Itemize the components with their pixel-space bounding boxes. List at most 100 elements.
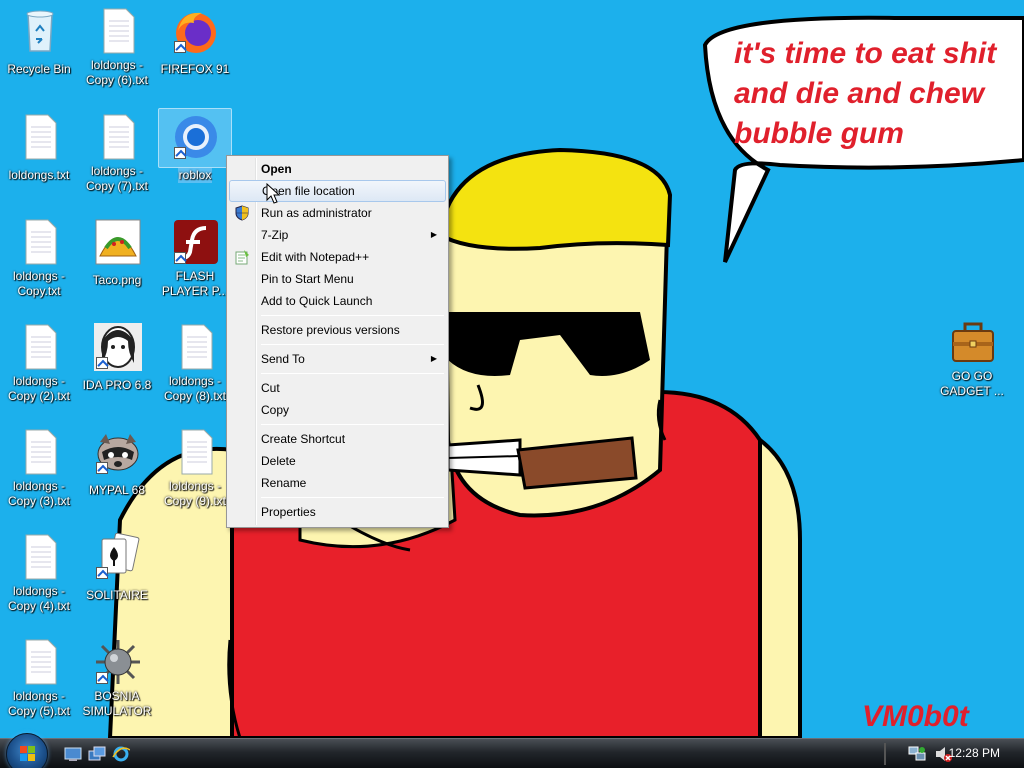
desktop-icon-taco[interactable]: Taco.png: [78, 213, 156, 288]
icon-label: loldongs - Copy (9).txt: [163, 479, 226, 508]
menu-separator: [261, 373, 444, 374]
menu-item-send-to[interactable]: Send To ▶: [229, 348, 446, 370]
desktop-icon-flash-player[interactable]: FLASH PLAYER P...: [156, 213, 234, 299]
menu-item-pin-to-start-menu[interactable]: Pin to Start Menu: [229, 268, 446, 290]
notepad-plus-plus-icon: [235, 250, 249, 265]
desktop-icon-text-file[interactable]: loldongs - Copy (9).txt: [156, 423, 234, 509]
menu-item-label: Add to Quick Launch: [261, 294, 373, 308]
icon-label: loldongs - Copy (8).txt: [163, 374, 226, 403]
menu-item-label: Delete: [261, 454, 296, 468]
icon-label: loldongs - Copy (7).txt: [85, 164, 148, 193]
menu-item-label: Run as administrator: [261, 206, 372, 220]
desktop-icon-go-go-gadget[interactable]: GO GO GADGET ...: [933, 313, 1011, 399]
menu-separator: [261, 497, 444, 498]
icon-label: loldongs - Copy (4).txt: [7, 584, 70, 613]
briefcase-icon: [952, 322, 994, 362]
menu-separator: [261, 315, 444, 316]
menu-item-label: Pin to Start Menu: [261, 272, 354, 286]
desktop-icon-text-file[interactable]: loldongs - Copy (3).txt: [0, 423, 78, 509]
desktop-icon-text-file[interactable]: loldongs - Copy (2).txt: [0, 318, 78, 404]
icon-label: IDA PRO 6.8: [82, 378, 152, 392]
uac-shield-icon: [235, 205, 249, 221]
internet-explorer-icon[interactable]: [112, 746, 131, 762]
menu-item-label: Rename: [261, 476, 307, 490]
menu-item-copy[interactable]: Copy: [229, 399, 446, 421]
icon-label: Recycle Bin: [7, 62, 71, 76]
context-menu: Open Open file location Run as administrat…: [226, 155, 449, 528]
icon-label: roblox: [177, 168, 213, 183]
menu-item-rename[interactable]: Rename: [229, 472, 446, 494]
recycle-bin-icon: [26, 10, 54, 52]
icon-label: FIREFOX 91: [160, 62, 230, 76]
icon-label: GO GO GADGET ...: [940, 369, 1004, 398]
text-file-icon: [103, 8, 135, 54]
menu-item-properties[interactable]: Properties: [229, 501, 446, 523]
menu-separator: [261, 424, 444, 425]
desktop-icon-ida-pro[interactable]: IDA PRO 6.8: [78, 318, 156, 393]
system-tray: 12:28 PM: [884, 739, 1024, 768]
taskbar-clock[interactable]: 12:28 PM: [949, 746, 1000, 760]
text-file-icon: [25, 429, 57, 475]
submenu-arrow-icon: ▶: [430, 230, 437, 239]
desktop-icon-bosnia-simulator[interactable]: BOSNIA SIMULATOR: [78, 633, 156, 719]
text-file-icon: [181, 324, 213, 370]
icon-label: loldongs - Copy (2).txt: [7, 374, 70, 403]
desktop[interactable]: it's time to eat shit and die and chew b…: [0, 0, 1024, 738]
desktop-icon-text-file[interactable]: loldongs - Copy (6).txt: [78, 2, 156, 88]
icon-label: MYPAL 68: [88, 483, 146, 497]
icon-label: FLASH PLAYER P...: [161, 269, 229, 298]
desktop-icon-text-file[interactable]: loldongs - Copy (5).txt: [0, 633, 78, 719]
menu-item-edit-with-notepad[interactable]: Edit with Notepad++: [229, 246, 446, 268]
menu-item-restore-previous-versions[interactable]: Restore previous versions: [229, 319, 446, 341]
text-file-icon: [103, 114, 135, 160]
desktop-icon-text-file[interactable]: loldongs.txt: [0, 108, 78, 183]
windows-logo-icon: [20, 746, 35, 761]
menu-item-delete[interactable]: Delete: [229, 450, 446, 472]
menu-item-add-to-quick-launch[interactable]: Add to Quick Launch: [229, 290, 446, 312]
icon-label: loldongs - Copy (5).txt: [7, 689, 70, 718]
text-file-icon: [181, 429, 213, 475]
network-icon[interactable]: [908, 745, 926, 763]
menu-item-create-shortcut[interactable]: Create Shortcut: [229, 428, 446, 450]
icon-label: BOSNIA SIMULATOR: [82, 689, 152, 718]
icon-label: loldongs - Copy.txt: [12, 269, 66, 298]
desktop-icon-solitaire[interactable]: SOLITAIRE: [78, 528, 156, 603]
text-file-icon: [25, 114, 57, 160]
menu-item-label: Edit with Notepad++: [261, 250, 370, 264]
speech-line-2: and die and chew: [734, 77, 985, 110]
tray-separator: [884, 743, 886, 765]
menu-item-label: Send To: [261, 352, 305, 366]
desktop-icon-recycle-bin[interactable]: Recycle Bin: [0, 2, 78, 77]
menu-item-label: Copy: [261, 403, 290, 417]
menu-item-7-zip[interactable]: 7-Zip ▶: [229, 224, 446, 246]
taskbar: 12:28 PM: [0, 733, 1024, 768]
menu-item-open-file-location[interactable]: Open file location: [229, 180, 446, 202]
text-file-icon: [25, 534, 57, 580]
menu-item-run-as-administrator[interactable]: Run as administrator: [229, 202, 446, 224]
menu-separator: [261, 344, 444, 345]
switch-windows-icon[interactable]: [88, 746, 106, 762]
desktop-icon-firefox[interactable]: FIREFOX 91: [156, 2, 234, 77]
icon-label: SOLITAIRE: [86, 588, 148, 602]
submenu-arrow-icon: ▶: [430, 354, 437, 363]
desktop-icon-text-file[interactable]: loldongs - Copy (7).txt: [78, 108, 156, 194]
desktop-icon-text-file[interactable]: loldongs - Copy.txt: [0, 213, 78, 299]
show-desktop-icon[interactable]: [64, 746, 82, 762]
icon-label: Taco.png: [92, 273, 142, 287]
desktop-icon-text-file[interactable]: loldongs - Copy (4).txt: [0, 528, 78, 614]
icon-label: loldongs - Copy (6).txt: [85, 58, 148, 87]
taco-image-icon: [95, 219, 141, 265]
start-button[interactable]: [6, 733, 48, 768]
text-file-icon: [25, 324, 57, 370]
menu-item-open[interactable]: Open: [229, 158, 446, 180]
mouse-cursor-icon: [266, 183, 280, 204]
text-file-icon: [25, 219, 57, 265]
menu-item-label: Create Shortcut: [261, 432, 346, 446]
menu-item-label: Restore previous versions: [261, 323, 400, 337]
artist-signature: VM0b0t: [862, 700, 969, 733]
menu-item-label: Cut: [261, 381, 280, 395]
desktop-icon-mypal[interactable]: MYPAL 68: [78, 423, 156, 498]
menu-item-cut[interactable]: Cut: [229, 377, 446, 399]
desktop-icon-text-file[interactable]: loldongs - Copy (8).txt: [156, 318, 234, 404]
desktop-icon-roblox[interactable]: roblox: [156, 108, 234, 183]
